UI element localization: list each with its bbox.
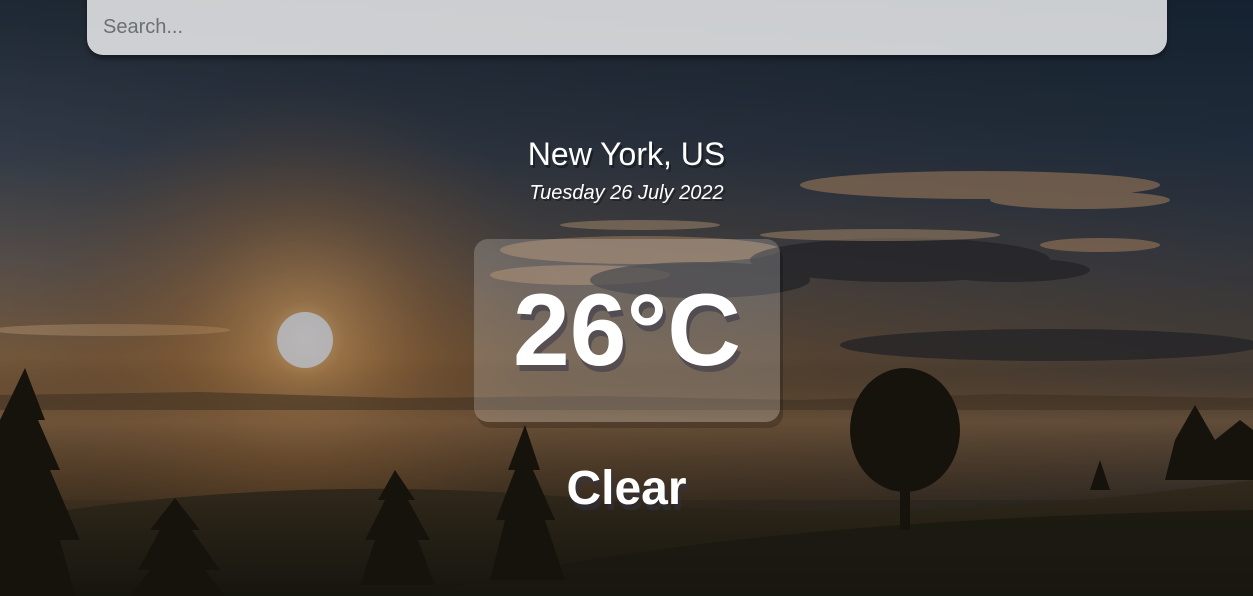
- weather-condition: Clear: [566, 462, 687, 515]
- date-label: Tuesday 26 July 2022: [529, 182, 724, 204]
- temperature-value: 26°C: [513, 273, 741, 387]
- weather-app: New York, US Tuesday 26 July 2022 26°C C…: [0, 0, 1253, 596]
- search-input[interactable]: [87, 0, 1167, 55]
- temperature-card: 26°C: [474, 239, 780, 422]
- location-label: New York, US: [527, 136, 726, 172]
